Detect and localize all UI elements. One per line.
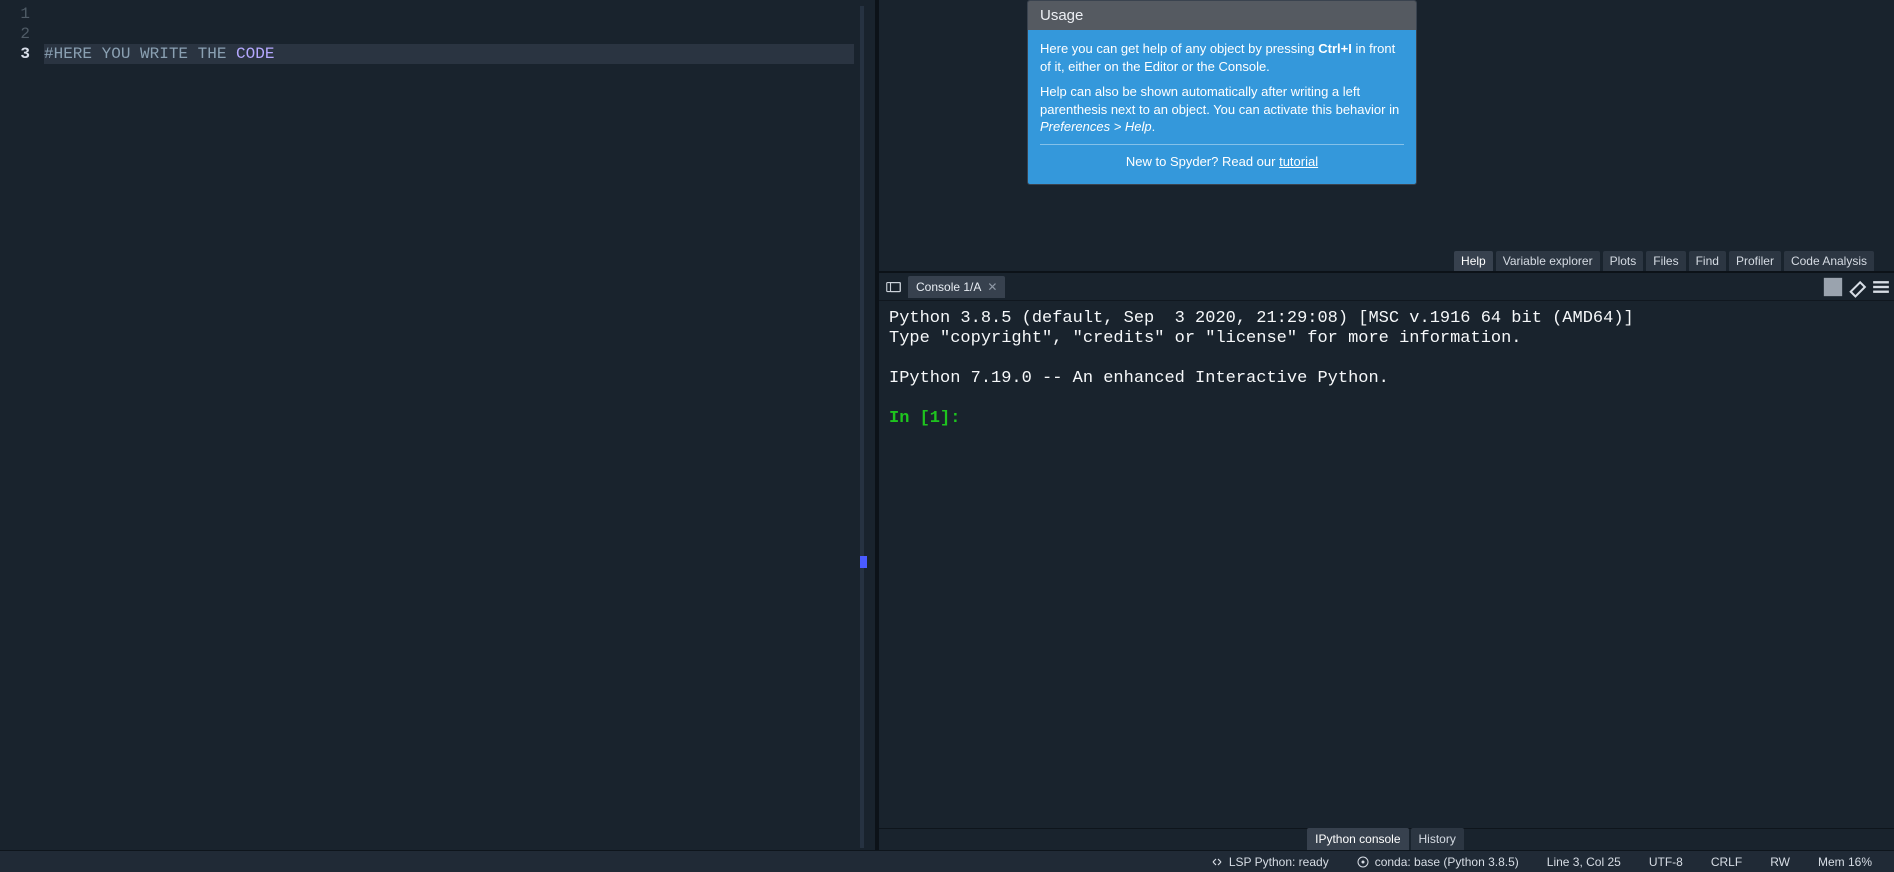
status-eol[interactable]: CRLF (1697, 851, 1756, 872)
console-tab[interactable]: Console 1/A ✕ (908, 276, 1005, 298)
status-conda[interactable]: conda: base (Python 3.8.5) (1343, 851, 1533, 872)
line-number-current: 3 (0, 44, 30, 64)
tab-ipython-console[interactable]: IPython console (1307, 828, 1408, 850)
code-line[interactable] (44, 4, 875, 24)
options-button[interactable] (1870, 276, 1892, 298)
console-icon (886, 281, 901, 293)
tutorial-link[interactable]: tutorial (1279, 154, 1318, 169)
console-line: IPython 7.19.0 -- An enhanced Interactiv… (889, 369, 1389, 388)
stop-icon (1822, 276, 1844, 298)
clear-button[interactable] (1846, 276, 1868, 298)
editor-scroll-indicator (860, 556, 867, 568)
editor-pane: 1 2 3 #HERE YOU WRITE THE CODE (0, 0, 877, 850)
status-lsp[interactable]: LSP Python: ready (1197, 851, 1343, 872)
usage-text: Here you can get help of any object by p… (1040, 40, 1404, 75)
console-output[interactable]: Python 3.8.5 (default, Sep 3 2020, 21:29… (879, 301, 1894, 828)
code-line[interactable]: #HERE YOU WRITE THE CODE (44, 44, 875, 64)
tab-profiler[interactable]: Profiler (1729, 251, 1781, 271)
status-memory[interactable]: Mem 16% (1804, 851, 1886, 872)
code-editor[interactable]: 1 2 3 #HERE YOU WRITE THE CODE (0, 0, 875, 850)
code-line[interactable] (44, 24, 875, 44)
console-prompt: In [1]: (889, 409, 960, 428)
main-area: 1 2 3 #HERE YOU WRITE THE CODE Usage (0, 0, 1894, 850)
lsp-icon (1211, 856, 1223, 868)
editor-edge-marker (860, 6, 864, 848)
tab-history[interactable]: History (1411, 828, 1464, 850)
console-line: Type "copyright", "credits" or "license"… (889, 329, 1522, 348)
usage-text: Help can also be shown automatically aft… (1040, 83, 1404, 136)
status-cursor-position[interactable]: Line 3, Col 25 (1533, 851, 1635, 872)
usage-heading: Usage (1028, 1, 1416, 30)
new-console-button[interactable] (882, 277, 904, 297)
tab-plots[interactable]: Plots (1603, 251, 1644, 271)
help-pane-tabs: Help Variable explorer Plots Files Find … (1454, 251, 1874, 271)
code-area[interactable]: #HERE YOU WRITE THE CODE (44, 4, 875, 850)
comment-token: #HERE YOU WRITE THE (44, 45, 236, 63)
stop-button[interactable] (1822, 276, 1844, 298)
usage-panel: Usage Here you can get help of any objec… (1027, 0, 1417, 185)
console-line: Python 3.8.5 (default, Sep 3 2020, 21:29… (889, 309, 1634, 328)
right-column: Usage Here you can get help of any objec… (877, 0, 1894, 850)
usage-body: Here you can get help of any object by p… (1028, 30, 1416, 184)
help-pane: Usage Here you can get help of any objec… (879, 0, 1894, 273)
usage-footer: New to Spyder? Read our tutorial (1040, 153, 1404, 171)
environment-icon (1357, 856, 1369, 868)
selected-word: CODE (236, 45, 274, 63)
tab-find[interactable]: Find (1689, 251, 1726, 271)
tab-files[interactable]: Files (1646, 251, 1685, 271)
eraser-icon (1846, 276, 1868, 298)
line-number: 1 (0, 4, 30, 24)
tab-help[interactable]: Help (1454, 251, 1493, 271)
status-encoding[interactable]: UTF-8 (1635, 851, 1697, 872)
console-bottom-tabs: IPython console History (879, 828, 1894, 850)
console-pane: Console 1/A ✕ Python 3.8.5 (default, Sep… (879, 273, 1894, 850)
close-icon[interactable]: ✕ (987, 280, 997, 294)
status-bar: LSP Python: ready conda: base (Python 3.… (0, 850, 1894, 872)
console-tabbar: Console 1/A ✕ (879, 273, 1894, 301)
status-rw[interactable]: RW (1756, 851, 1804, 872)
line-gutter: 1 2 3 (0, 4, 44, 850)
tab-code-analysis[interactable]: Code Analysis (1784, 251, 1874, 271)
tab-variable-explorer[interactable]: Variable explorer (1496, 251, 1600, 271)
line-number: 2 (0, 24, 30, 44)
menu-icon (1870, 276, 1892, 298)
console-tab-label: Console 1/A (916, 280, 981, 294)
